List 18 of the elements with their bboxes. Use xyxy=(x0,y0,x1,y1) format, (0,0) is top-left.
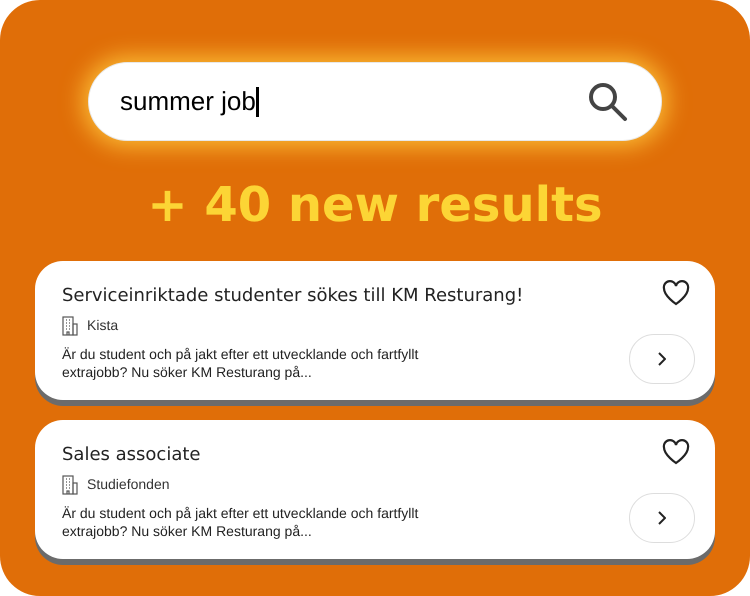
job-title: Sales associate xyxy=(62,443,202,467)
building-icon xyxy=(62,474,78,494)
search-input[interactable]: summer job xyxy=(120,82,587,121)
job-description: Är du student och på jakt efter ett utvecklande och fartfyllt extrajobb? Nu söker KM Resturang på... xyxy=(62,504,420,540)
search-field[interactable]: summer job xyxy=(88,62,662,141)
chevron-right-icon xyxy=(658,511,666,525)
employer-name: Kista xyxy=(87,316,118,335)
employer-name: Studiefonden xyxy=(87,475,170,494)
results-heading: + 40 new results xyxy=(147,177,603,233)
chevron-right-icon xyxy=(658,352,666,366)
heart-icon[interactable] xyxy=(662,280,690,306)
search-icon[interactable] xyxy=(587,80,629,122)
job-card[interactable]: Serviceinriktade studenter sökes till KM Resturang! Kista Är du student och på jakt efter ett utvecklande och fartfyllt extrajobb? Nu söker KM Resturang på... xyxy=(35,261,715,400)
heart-icon[interactable] xyxy=(662,439,690,465)
job-title: Serviceinriktade studenter sökes till KM Resturang! xyxy=(62,284,524,308)
job-card[interactable]: Sales associate Studiefonden Är du student och på jakt efter ett utvecklande och fartfyllt extrajobb? Nu söker KM Resturang på... xyxy=(35,420,715,559)
job-description: Är du student och på jakt efter ett utvecklande och fartfyllt extrajobb? Nu söker KM Resturang på... xyxy=(62,345,420,381)
building-icon xyxy=(62,316,78,336)
